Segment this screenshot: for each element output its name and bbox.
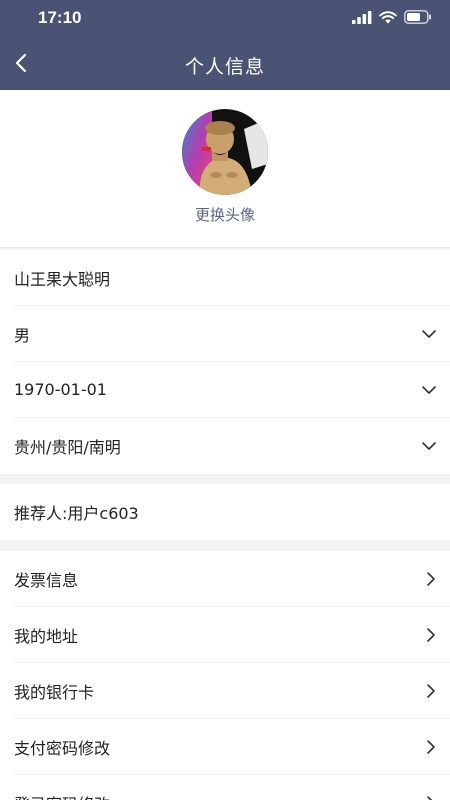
referrer-row: 推荐人:用户c603 — [14, 484, 450, 540]
referrer-label: 推荐人:用户c603 — [14, 504, 139, 523]
menu-item-invoice[interactable]: 发票信息 — [14, 551, 450, 607]
avatar[interactable]: · — [182, 109, 268, 195]
menu-item-payment-password[interactable]: 支付密码修改 — [14, 719, 450, 775]
wifi-icon — [379, 10, 397, 23]
referrer-group: 推荐人:用户c603 — [0, 484, 450, 540]
profile-group: 山王果大聪明 男 1970-01-01 贵州/贵阳/南明 — [0, 250, 450, 474]
chevron-right-icon — [427, 571, 435, 586]
gender-row[interactable]: 男 — [14, 306, 450, 362]
menu-item-label: 发票信息 — [14, 570, 79, 590]
menu-item-label: 支付密码修改 — [14, 738, 111, 758]
menu-item-bank-card[interactable]: 我的银行卡 — [14, 663, 450, 719]
avatar-image: · — [182, 109, 268, 195]
nickname-row[interactable]: 山王果大聪明 — [14, 250, 450, 306]
birthday-row[interactable]: 1970-01-01 — [14, 362, 450, 418]
chevron-down-icon — [422, 329, 436, 338]
menu-item-address[interactable]: 我的地址 — [14, 607, 450, 663]
page-title: 个人信息 — [184, 56, 265, 78]
chevron-right-icon — [427, 739, 435, 754]
chevron-right-icon — [427, 683, 435, 698]
menu-item-label: 登录密码修改 — [14, 791, 426, 800]
chevron-right-icon — [427, 796, 433, 800]
birthday-value: 1970-01-01 — [14, 380, 107, 399]
chevron-down-icon — [422, 442, 436, 450]
status-bar: 17:10 — [0, 0, 450, 36]
nickname-value: 山王果大聪明 — [14, 269, 111, 289]
status-time: 17:10 — [38, 8, 82, 27]
avatar-section: · 更换头像 — [0, 90, 450, 248]
menu-item-login-password[interactable]: 登录密码修改 — [14, 775, 450, 800]
chevron-down-icon — [422, 385, 436, 394]
nav-bar: 个人信息 — [0, 36, 450, 90]
menu-item-label: 我的地址 — [14, 626, 79, 646]
change-avatar-link[interactable]: 更换头像 — [0, 204, 450, 225]
svg-text:·: · — [228, 180, 230, 187]
signal-icon — [352, 10, 372, 24]
region-value: 贵州/贵阳/南明 — [14, 438, 121, 457]
battery-icon — [404, 10, 431, 24]
region-row[interactable]: 贵州/贵阳/南明 — [14, 418, 450, 474]
menu-group: 发票信息 我的地址 我的银行卡 支付密码修改 登录密码修改 — [0, 551, 450, 800]
menu-item-label: 我的银行卡 — [14, 682, 95, 702]
gender-value: 男 — [14, 325, 31, 345]
chevron-right-icon — [427, 627, 435, 642]
